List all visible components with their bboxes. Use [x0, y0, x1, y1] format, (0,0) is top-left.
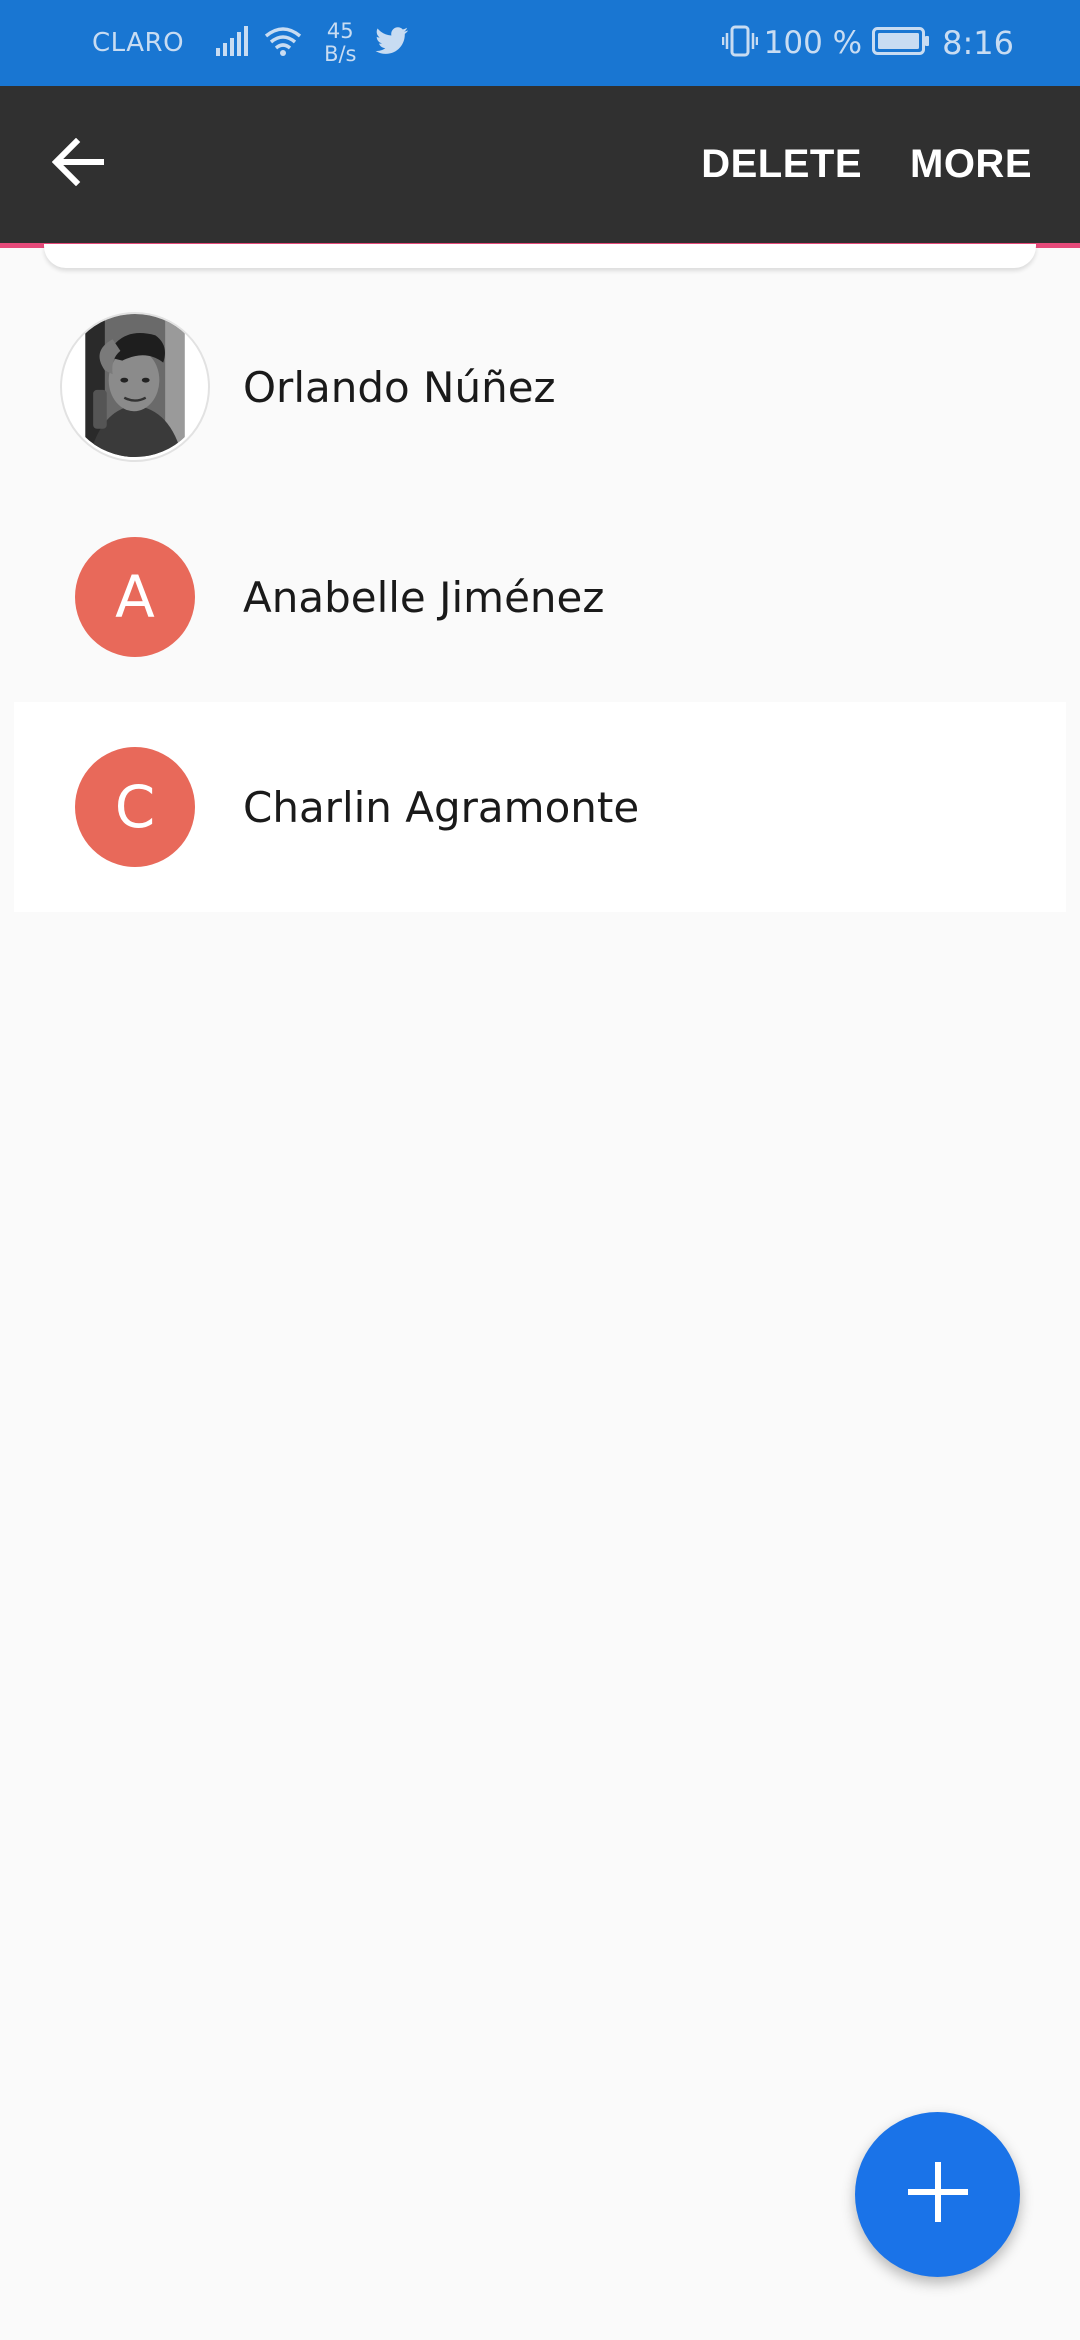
search-card-edge — [44, 244, 1036, 268]
contact-photo-avatar — [60, 312, 210, 462]
avatar-initial: A — [115, 563, 155, 631]
network-speed: 45 B/s — [324, 20, 356, 66]
person-photo-icon — [62, 314, 208, 458]
contact-name: Charlin Agramonte — [243, 782, 640, 832]
carrier-name: CLARO — [92, 28, 185, 58]
arrow-back-icon — [51, 137, 105, 191]
add-contact-button[interactable] — [855, 2112, 1020, 2277]
status-right: 100 % 8:16 — [721, 24, 1080, 62]
network-speed-value: 45 — [326, 19, 354, 43]
plus-icon — [907, 2161, 969, 2228]
contact-row-anabelle[interactable]: A Anabelle Jiménez — [14, 492, 1066, 702]
status-bar: CLARO 45 B/s 100 % 8:16 — [0, 0, 1080, 86]
vibrate-icon — [721, 25, 758, 61]
selection-toolbar: DELETE MORE — [0, 86, 1080, 248]
contact-row-orlando[interactable]: Orlando Núñez — [14, 282, 1066, 492]
battery-percent: 100 % — [763, 25, 863, 61]
contact-initial-avatar: C — [75, 747, 195, 867]
delete-button[interactable]: DELETE — [677, 142, 886, 187]
network-speed-unit: B/s — [324, 42, 357, 66]
back-button[interactable] — [38, 125, 118, 205]
contact-row-charlin[interactable]: C Charlin Agramonte — [14, 702, 1066, 912]
toolbar-actions: DELETE MORE — [677, 142, 1080, 187]
clock: 8:16 — [942, 24, 1014, 62]
contact-initial-avatar: A — [75, 537, 195, 657]
avatar-initial: C — [114, 773, 156, 841]
more-button[interactable]: MORE — [886, 142, 1056, 187]
contact-name: Anabelle Jiménez — [243, 572, 605, 622]
signal-icon — [216, 26, 250, 60]
contact-name: Orlando Núñez — [243, 362, 556, 412]
battery-icon — [872, 27, 930, 59]
wifi-icon — [264, 26, 302, 60]
status-left: CLARO 45 B/s — [0, 20, 423, 66]
twitter-icon — [374, 27, 409, 59]
